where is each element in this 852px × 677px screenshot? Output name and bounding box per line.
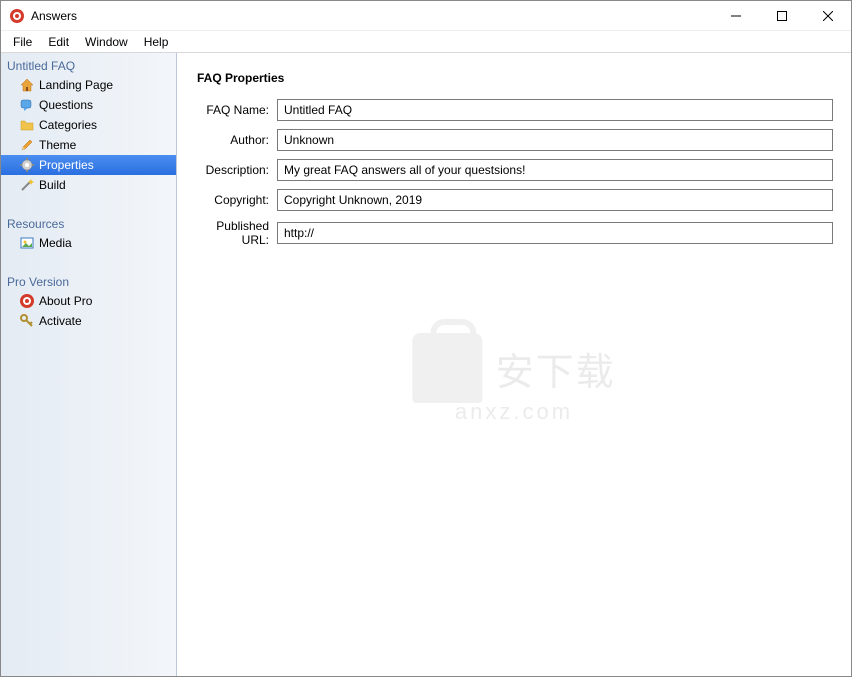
media-icon [19, 235, 35, 251]
sidebar-section-pro: Pro Version [1, 273, 176, 291]
sidebar-item-label: Landing Page [39, 78, 113, 92]
sidebar-item-build[interactable]: Build [1, 175, 176, 195]
maximize-button[interactable] [759, 1, 805, 31]
close-button[interactable] [805, 1, 851, 31]
menu-help[interactable]: Help [136, 33, 177, 51]
row-copyright: Copyright: [197, 189, 833, 211]
sidebar-item-about-pro[interactable]: About Pro [1, 291, 176, 311]
row-author: Author: [197, 129, 833, 151]
sidebar-item-label: Theme [39, 138, 76, 152]
gear-icon [19, 157, 35, 173]
label-author: Author: [197, 133, 277, 147]
row-description: Description: [197, 159, 833, 181]
questions-icon [19, 97, 35, 113]
sidebar-section-resources: Resources [1, 215, 176, 233]
content-area: Untitled FAQ Landing Page Questions Cate… [1, 53, 851, 676]
wand-icon [19, 177, 35, 193]
sidebar-item-categories[interactable]: Categories [1, 115, 176, 135]
menu-window[interactable]: Window [77, 33, 136, 51]
label-description: Description: [197, 163, 277, 177]
sidebar-item-label: Categories [39, 118, 97, 132]
sidebar-item-theme[interactable]: Theme [1, 135, 176, 155]
sidebar-item-label: Media [39, 236, 72, 250]
window-title: Answers [31, 9, 713, 23]
input-copyright[interactable] [277, 189, 833, 211]
minimize-button[interactable] [713, 1, 759, 31]
sidebar-item-landing-page[interactable]: Landing Page [1, 75, 176, 95]
watermark-text: 安下载 [496, 341, 616, 396]
about-pro-icon [19, 293, 35, 309]
input-description[interactable] [277, 159, 833, 181]
menubar: File Edit Window Help [1, 31, 851, 53]
sidebar-item-label: Build [39, 178, 66, 192]
titlebar: Answers [1, 1, 851, 31]
row-published-url: Published URL: [197, 219, 833, 247]
window-controls [713, 1, 851, 31]
row-faq-name: FAQ Name: [197, 99, 833, 121]
label-faq-name: FAQ Name: [197, 103, 277, 117]
home-icon [19, 77, 35, 93]
watermark-bag-icon [412, 333, 482, 403]
label-published-url: Published URL: [197, 219, 277, 247]
sidebar-section-faq: Untitled FAQ [1, 57, 176, 75]
sidebar-item-properties[interactable]: Properties [1, 155, 176, 175]
main-panel: FAQ Properties FAQ Name: Author: Descrip… [177, 53, 851, 676]
input-author[interactable] [277, 129, 833, 151]
sidebar-item-questions[interactable]: Questions [1, 95, 176, 115]
watermark-sub: anxz.com [412, 399, 615, 425]
sidebar-item-label: Questions [39, 98, 93, 112]
menu-file[interactable]: File [5, 33, 40, 51]
page-title: FAQ Properties [197, 71, 833, 85]
sidebar-item-label: Activate [39, 314, 82, 328]
menu-edit[interactable]: Edit [40, 33, 77, 51]
input-faq-name[interactable] [277, 99, 833, 121]
sidebar: Untitled FAQ Landing Page Questions Cate… [1, 53, 177, 676]
key-icon [19, 313, 35, 329]
sidebar-item-media[interactable]: Media [1, 233, 176, 253]
pencil-icon [19, 137, 35, 153]
sidebar-item-activate[interactable]: Activate [1, 311, 176, 331]
sidebar-item-label: About Pro [39, 294, 92, 308]
input-published-url[interactable] [277, 222, 833, 244]
app-icon [9, 8, 25, 24]
sidebar-item-label: Properties [39, 158, 94, 172]
watermark: 安下载 anxz.com [412, 333, 615, 425]
folder-icon [19, 117, 35, 133]
label-copyright: Copyright: [197, 193, 277, 207]
